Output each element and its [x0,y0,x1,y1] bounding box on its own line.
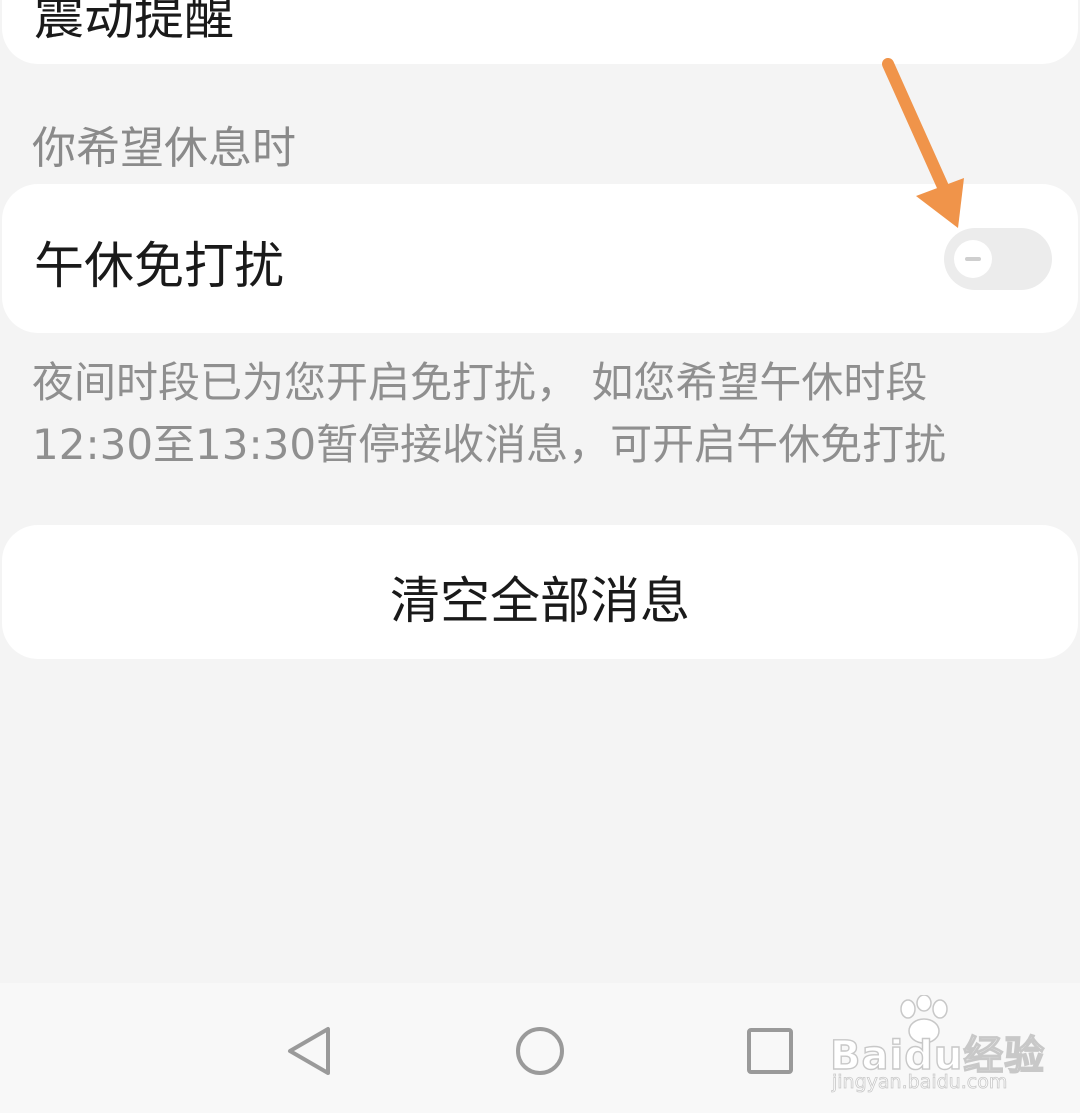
recent-apps-square-icon[interactable] [740,1021,800,1081]
watermark-url: jingyan.baidu.com [832,1071,1008,1094]
home-circle-icon[interactable] [510,1021,570,1081]
noon-dnd-toggle[interactable] [944,228,1052,290]
noon-dnd-label: 午休免打扰 [34,237,284,295]
vibrate-setting-row[interactable]: 震动提醒 [2,0,1078,64]
description-line-1: 夜间时段已为您开启免打扰， 如您希望午休时段 [32,358,928,407]
rest-section-title: 你希望休息时 [32,123,296,174]
vibrate-label: 震动提醒 [34,0,234,46]
clear-all-messages-label: 清空全部消息 [390,572,690,630]
clear-all-messages-button[interactable]: 清空全部消息 [2,525,1078,659]
minus-icon [965,257,981,261]
back-triangle-icon[interactable] [280,1021,340,1081]
baidu-jingyan-watermark: Baidu经验 jingyan.baidu.com [829,995,1060,1105]
noon-dnd-toggle-knob [954,240,992,278]
noon-dnd-description: 夜间时段已为您开启免打扰， 如您希望午休时段 12:30至13:30暂停接收消息… [32,352,1062,476]
description-line-2: 12:30至13:30暂停接收消息，可开启午休免打扰 [32,420,947,469]
annotation-arrow-icon [882,58,964,228]
